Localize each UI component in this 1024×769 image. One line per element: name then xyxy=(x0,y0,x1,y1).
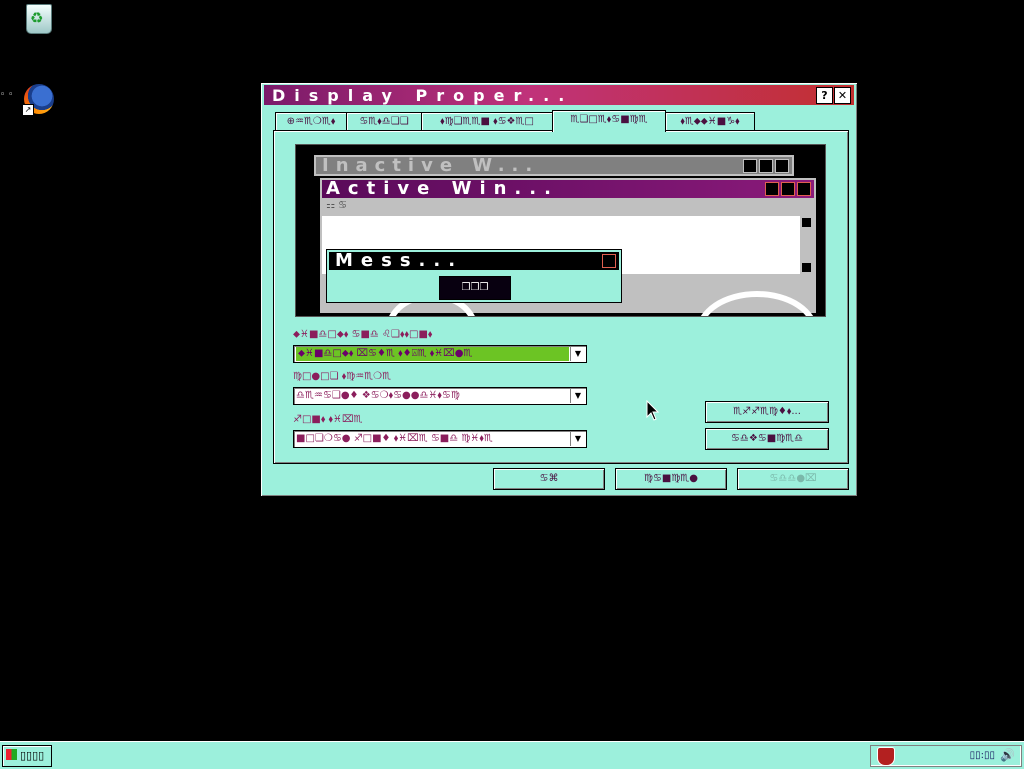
dialog-title: Display Proper... xyxy=(272,86,574,105)
tab-settings[interactable]: ⬧♏⬥⬥♓■♑⬧ xyxy=(665,112,755,131)
volume-icon[interactable]: 🔊 xyxy=(1000,748,1015,762)
preview-scrollbar xyxy=(800,216,814,274)
preview-ok-button: ❒❒❒ xyxy=(439,276,511,300)
help-button[interactable]: ? xyxy=(816,87,833,104)
preview-message-box: Mess... ❒❒❒ xyxy=(326,249,622,303)
recycle-symbol-icon: ♻ xyxy=(30,9,44,27)
windows-logo-icon xyxy=(6,749,17,760)
preview-inactive-buttons xyxy=(741,159,789,176)
firefox-icon[interactable]: ↗ xyxy=(20,82,56,118)
display-properties-dialog: Display Proper... ? ✕ ⊕♒♏❍♏⬧ ♋♏⬧♎❏❏ ⬧♍❑♏… xyxy=(260,82,858,497)
preview-inactive-titlebar: Inactive W... xyxy=(316,155,792,176)
font-size-value: ■□❏❍♋● ♐□■♦ ⬧♓⌧♏ ♋■♎ ♍♓⬧♏ xyxy=(296,433,493,444)
start-button[interactable]: ▯▯▯▯ xyxy=(2,745,52,767)
color-scheme-label: ♍□●□❏ ⬧♍♒♏❍♏ xyxy=(293,371,392,382)
chevron-down-icon[interactable]: ▼ xyxy=(570,347,585,361)
effects-button[interactable]: ♏♐♐♏♍♦⬧... xyxy=(705,401,829,423)
preview-inactive-title: Inactive W... xyxy=(322,155,540,176)
color-scheme-select[interactable]: ♎♏♒♋❑●♦ ❖♋❍⬧♋●●♎♓⬧♋♍ ▼ xyxy=(293,387,587,405)
system-tray: ▯▯:▯▯ 🔊 xyxy=(870,745,1022,767)
preview-active-titlebar: Active Win... xyxy=(322,180,814,198)
windows-buttons-label: ⬥♓■♎□⬥⬧ ♋■♎ ♌❑⬧⬧□■⬧ xyxy=(293,329,433,340)
preview-active-buttons xyxy=(763,182,811,199)
dialog-titlebar[interactable]: Display Proper... ? ✕ xyxy=(264,85,854,105)
clock[interactable]: ▯▯:▯▯ xyxy=(970,746,995,766)
recycle-bin-icon[interactable]: ♻ xyxy=(20,0,56,36)
tab-screen-saver[interactable]: ⬧♍❑♏♏■ ⬧♋❖♏□ xyxy=(421,112,553,131)
ok-button[interactable]: ♋⌘ xyxy=(493,468,605,490)
preview-inactive-window: Inactive W... xyxy=(314,155,794,176)
font-size-label: ♐□■⬧ ⬧♓⌧♏ xyxy=(293,414,363,425)
tab-desktop[interactable]: ♋♏⬧♎❏❏ xyxy=(346,112,422,131)
taskbar: ▯▯▯▯ ▯▯:▯▯ 🔊 xyxy=(0,741,1024,769)
tab-themes[interactable]: ⊕♒♏❍♏⬧ xyxy=(275,112,347,131)
font-size-select[interactable]: ■□❏❍♋● ♐□■♦ ⬧♓⌧♏ ♋■♎ ♍♓⬧♏ ▼ xyxy=(293,430,587,448)
mouse-cursor-icon xyxy=(646,400,660,421)
shortcut-arrow-icon: ↗ xyxy=(22,104,34,116)
advanced-button[interactable]: ♋♎❖♋■♍♏♎ xyxy=(705,428,829,450)
preview-active-title: Active Win... xyxy=(326,178,559,199)
preview-menu-bar: ⚏ ♋ xyxy=(326,200,348,211)
cancel-button[interactable]: ♍♋■♍♏● xyxy=(615,468,727,490)
chevron-down-icon[interactable]: ▼ xyxy=(570,389,585,403)
chevron-down-icon[interactable]: ▼ xyxy=(570,432,585,446)
color-scheme-value: ♎♏♒♋❑●♦ ❖♋❍⬧♋●●♎♓⬧♋♍ xyxy=(296,390,460,401)
tab-appearance[interactable]: ♏❏□♏⬧♋■♍♏ xyxy=(552,110,666,132)
security-shield-icon[interactable] xyxy=(877,747,895,766)
preview-message-titlebar: Mess... xyxy=(329,252,619,270)
apply-button[interactable]: ♋♎♎●⌧ xyxy=(737,468,849,490)
desktop-edge-glyphs: ◦ ◦ xyxy=(0,90,14,100)
windows-buttons-value: ⬥♓■♎□⬥⬧ ⌧♋♦♏ ⬧♦⍓♏ ⬧♓⌧●♏ xyxy=(296,347,569,361)
windows-buttons-select[interactable]: ⬥♓■♎□⬥⬧ ⌧♋♦♏ ⬧♦⍓♏ ⬧♓⌧●♏ ▼ xyxy=(293,345,587,363)
preview-message-title: Mess... xyxy=(335,250,464,271)
close-button[interactable]: ✕ xyxy=(834,87,851,104)
start-label: ▯▯▯▯ xyxy=(20,749,45,762)
preview-message-close-icon xyxy=(602,254,616,268)
appearance-preview: Inactive W... Active Win... ⚏ ♋ Mess... … xyxy=(295,144,826,317)
